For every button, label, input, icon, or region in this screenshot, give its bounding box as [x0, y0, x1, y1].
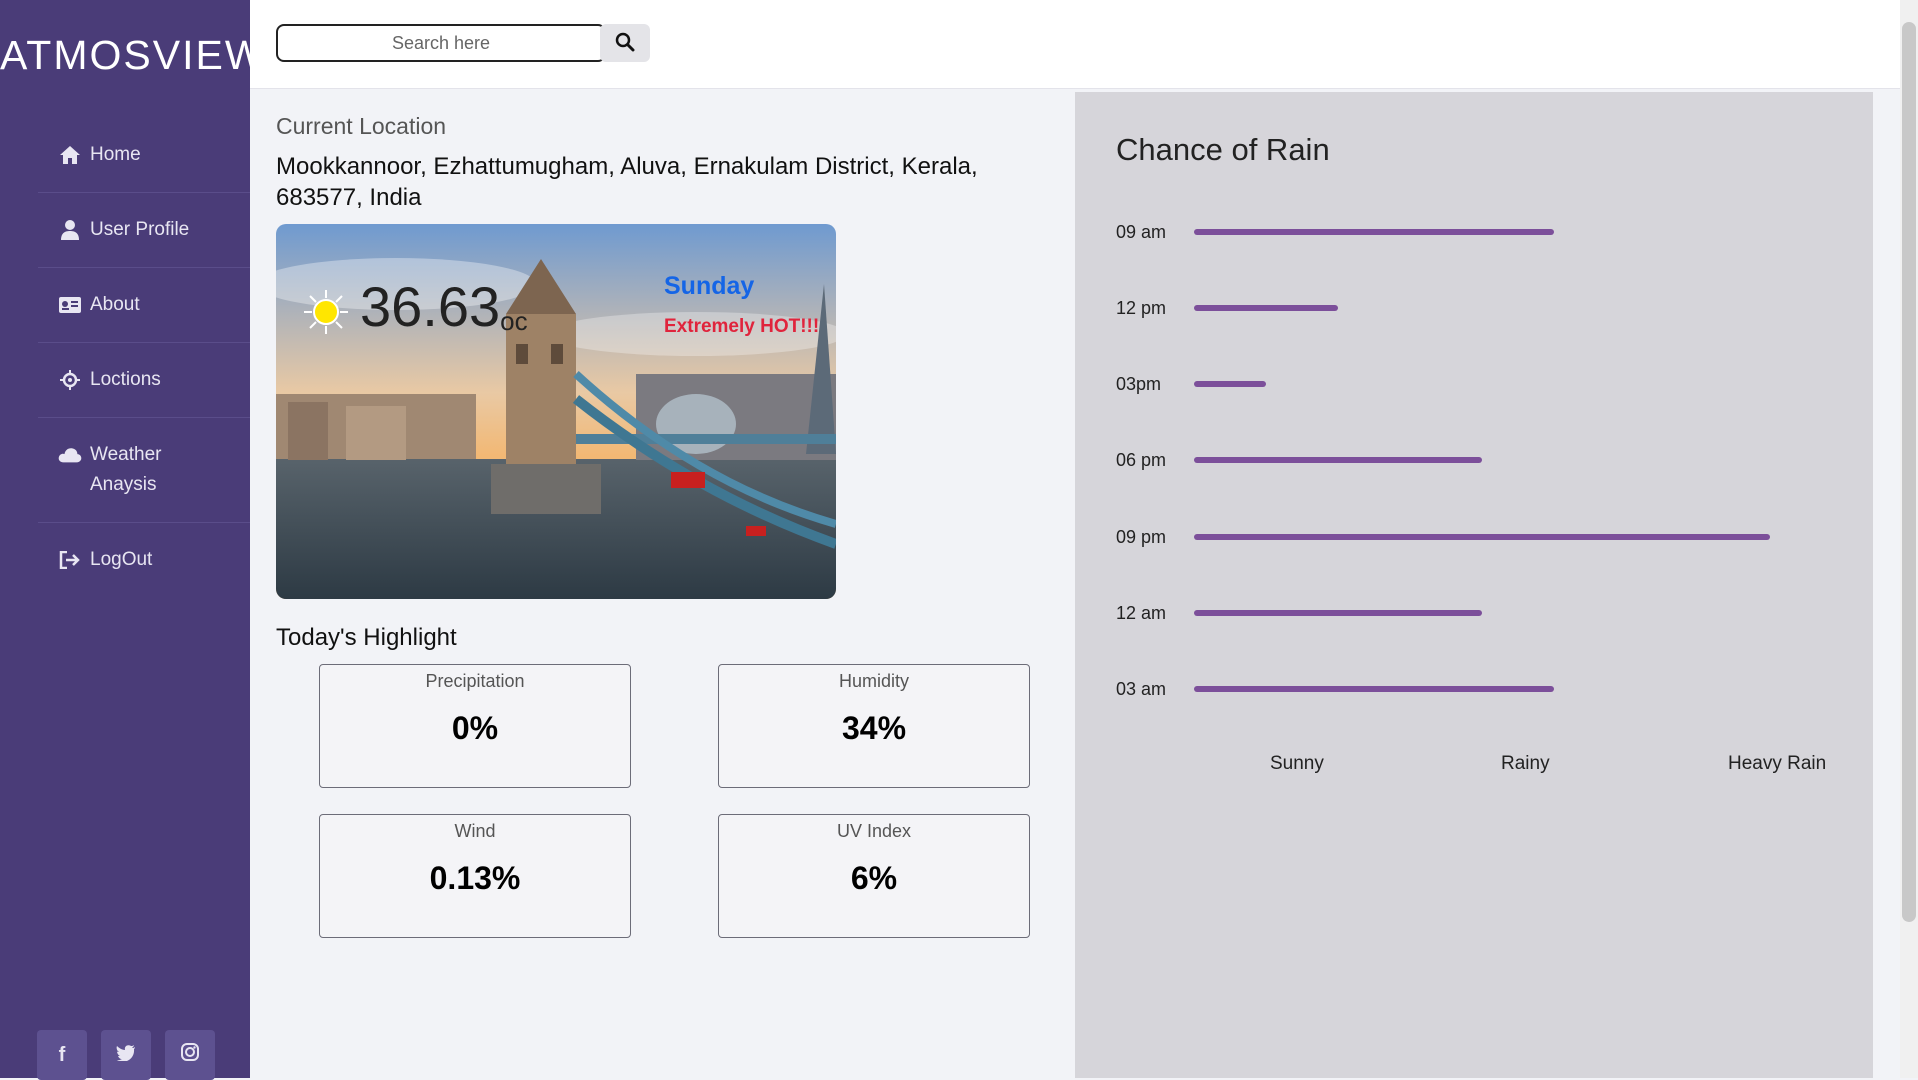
card-label: Humidity — [838, 671, 909, 691]
weather-status: Extremely HOT!!! — [664, 316, 820, 337]
instagram-icon — [181, 1043, 199, 1067]
rain-time: 09 am — [1116, 221, 1167, 242]
rain-row: 12 am — [1116, 598, 1482, 628]
instagram-button[interactable] — [165, 1030, 215, 1080]
facebook-icon: f — [58, 1043, 66, 1066]
sidebar-item-label: LogOut — [90, 549, 153, 570]
rain-bar — [1194, 305, 1338, 311]
precipitation-card: Precipitation 0% — [319, 664, 631, 788]
legend-heavy-rain: Heavy Rain — [1728, 753, 1827, 774]
brand-logo[interactable]: ATMOSVIEW — [0, 32, 264, 79]
rain-time: 03pm — [1116, 373, 1162, 394]
sidebar-item-home[interactable]: Home — [38, 122, 250, 192]
sidebar-item-about[interactable]: About — [38, 267, 250, 342]
rain-bar — [1194, 534, 1770, 540]
rain-row: 03 am — [1116, 674, 1554, 704]
logout-icon — [58, 548, 82, 572]
rain-bar — [1194, 381, 1266, 387]
card-value: 34% — [841, 710, 907, 746]
sidebar: ATMOSVIEW Home User Profile About Loctio… — [0, 0, 264, 1080]
wind-card: Wind 0.13% — [319, 814, 631, 938]
facebook-button[interactable]: f — [37, 1030, 87, 1080]
rain-time: 12 am — [1116, 602, 1167, 623]
sidebar-item-locations[interactable]: Loctions — [38, 342, 250, 417]
twitter-icon — [116, 1044, 136, 1067]
sun-icon — [302, 288, 350, 336]
card-label: Precipitation — [425, 671, 525, 691]
top-bar — [250, 0, 1900, 89]
sidebar-item-label: User Profile — [90, 219, 190, 240]
rain-row: 12 pm — [1116, 293, 1338, 323]
sidebar-item-weather-analysis[interactable]: Weather Anaysis — [38, 417, 250, 522]
page-scrollbar[interactable] — [1900, 0, 1918, 1078]
rain-panel-title: Chance of Rain — [1116, 132, 1330, 167]
search-input[interactable] — [276, 24, 606, 62]
card-value: 0.13% — [429, 860, 521, 896]
temperature-unit: oc — [500, 306, 528, 336]
day-label: Sunday — [664, 272, 755, 300]
card-value: 0% — [451, 710, 499, 746]
legend-sunny: Sunny — [1270, 753, 1324, 774]
rain-row: 06 pm — [1116, 445, 1482, 475]
rain-row: 09 am — [1116, 217, 1554, 247]
legend-rainy: Rainy — [1501, 753, 1550, 774]
rain-time: 06 pm — [1116, 449, 1167, 470]
location-address: Mookkannoor, Ezhattumugham, Aluva, Ernak… — [276, 153, 978, 211]
rain-bar — [1194, 457, 1482, 463]
rain-bar — [1194, 686, 1554, 692]
sidebar-item-label: Loctions — [90, 369, 161, 390]
crosshair-icon — [58, 368, 82, 392]
search-button[interactable] — [600, 24, 650, 62]
sidebar-item-user-profile[interactable]: User Profile — [38, 192, 250, 267]
humidity-card: Humidity 34% — [718, 664, 1030, 788]
temperature-number: 36.63 — [360, 275, 501, 338]
card-label: UV Index — [836, 821, 912, 841]
social-links: f — [37, 1030, 215, 1080]
user-icon — [58, 218, 82, 242]
current-location-heading: Current Location — [276, 113, 447, 139]
chance-of-rain-panel: Chance of Rain 09 am 12 pm 03pm 06 pm 09… — [1075, 92, 1873, 1078]
weather-hero-card: 36.63oc Sunday Extremely HOT!!! — [276, 224, 836, 599]
cloud-icon — [58, 443, 82, 467]
twitter-button[interactable] — [101, 1030, 151, 1080]
highlights-heading: Today's Highlight — [276, 624, 457, 651]
rain-row: 03pm — [1116, 369, 1266, 399]
rain-row: 09 pm — [1116, 522, 1770, 552]
sidebar-nav: Home User Profile About Loctions Weather… — [38, 122, 250, 597]
rain-bar — [1194, 229, 1554, 235]
scrollbar-thumb[interactable] — [1902, 22, 1916, 922]
temperature-value: 36.63oc — [360, 274, 528, 339]
id-card-icon — [58, 293, 82, 317]
home-icon — [58, 143, 82, 167]
rain-bar — [1194, 610, 1482, 616]
sidebar-item-logout[interactable]: LogOut — [38, 522, 250, 597]
rain-time: 03 am — [1116, 678, 1167, 699]
card-label: Wind — [454, 821, 496, 841]
sidebar-item-label: Home — [90, 144, 141, 165]
search-icon — [615, 32, 635, 55]
rain-time: 09 pm — [1116, 526, 1167, 547]
rain-time: 12 pm — [1116, 297, 1167, 318]
sidebar-item-label: Weather Anaysis — [90, 444, 162, 495]
sidebar-item-label: About — [90, 294, 140, 315]
uv-index-card: UV Index 6% — [718, 814, 1030, 938]
card-value: 6% — [850, 860, 898, 896]
